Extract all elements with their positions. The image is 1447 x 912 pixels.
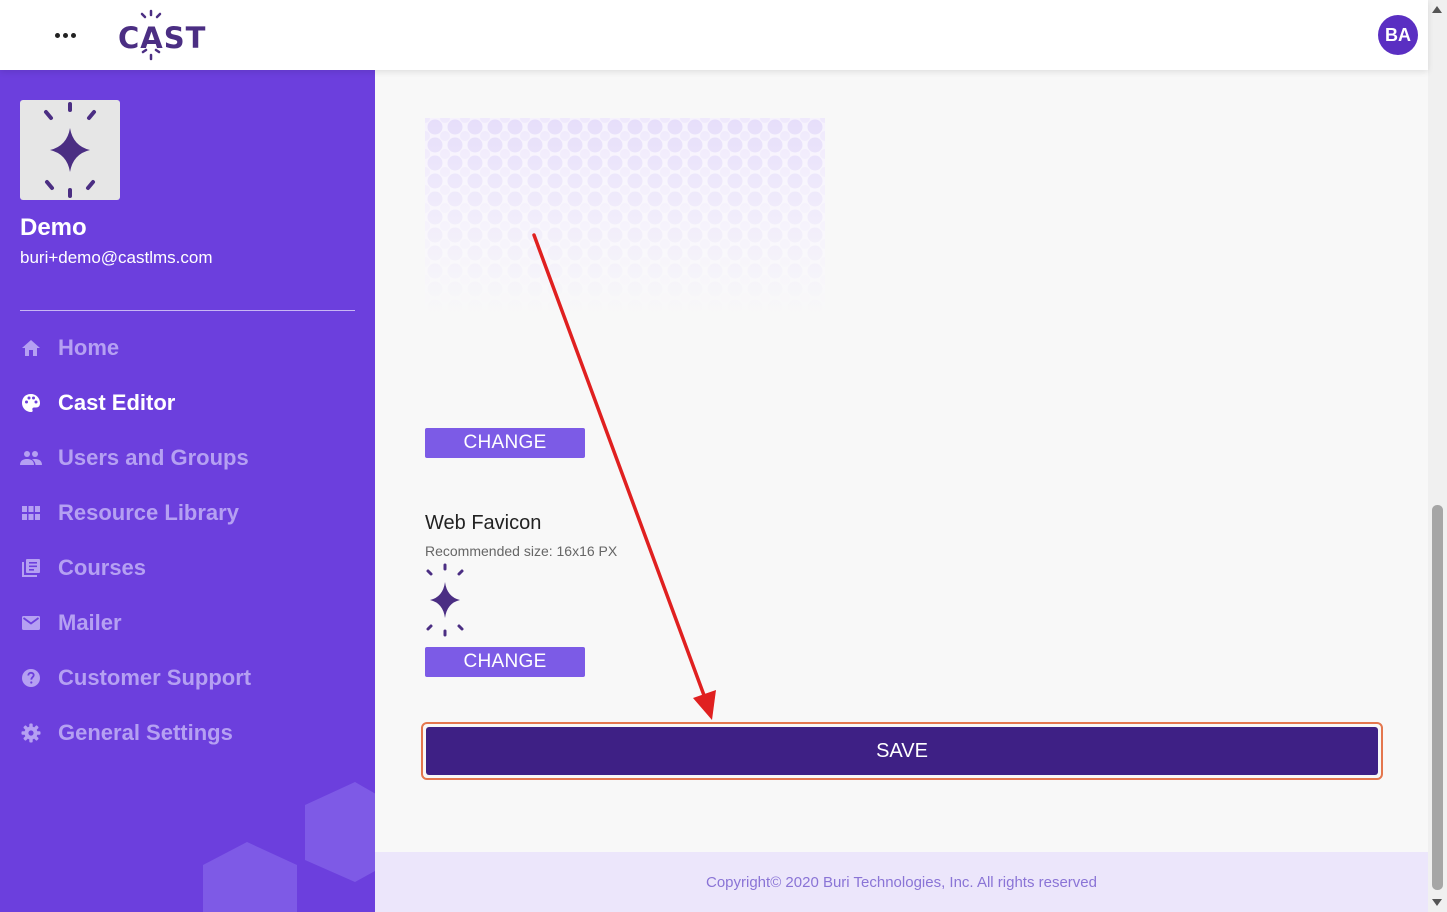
sidebar-item-label: Cast Editor	[58, 389, 176, 415]
sidebar-item-general-settings[interactable]: General Settings	[20, 705, 360, 760]
change-favicon-button[interactable]: CHANGE	[425, 647, 585, 677]
copyright-text: Copyright© 2020 Buri Technologies, Inc. …	[706, 873, 1097, 891]
org-logo	[20, 100, 120, 200]
sidebar-item-label: Mailer	[58, 609, 122, 635]
user-avatar[interactable]: BA	[1378, 15, 1418, 55]
favicon-preview-image	[426, 563, 464, 637]
home-icon	[20, 337, 42, 359]
sidebar-nav: Home Cast Editor Users and Groups Resour…	[20, 320, 360, 760]
sidebar-item-customer-support[interactable]: Customer Support	[20, 650, 360, 705]
sidebar-item-label: Users and Groups	[58, 444, 249, 470]
sidebar-item-cast-editor[interactable]: Cast Editor	[20, 375, 360, 430]
sidebar-item-resource-library[interactable]: Resource Library	[20, 485, 360, 540]
hexagon-decoration	[203, 782, 375, 912]
help-circle-icon	[20, 667, 42, 689]
sidebar-item-users-and-groups[interactable]: Users and Groups	[20, 430, 360, 485]
logo-text: CAST	[118, 21, 207, 55]
favicon-size-hint: Recommended size: 16x16 PX	[425, 543, 618, 559]
sidebar-item-label: General Settings	[58, 719, 233, 745]
background-pattern-image	[425, 118, 825, 318]
library-books-icon	[20, 557, 42, 579]
scroll-down-arrow-icon[interactable]	[1432, 899, 1442, 906]
sidebar-item-label: Customer Support	[58, 664, 252, 690]
sidebar-item-mailer[interactable]: Mailer	[20, 595, 360, 650]
cast-logo[interactable]: CAST	[118, 8, 210, 62]
sidebar: Demo buri+demo@castlms.com Home Cast Edi…	[0, 70, 375, 912]
top-bar: CAST BA	[0, 0, 1428, 70]
footer: Copyright© 2020 Buri Technologies, Inc. …	[375, 852, 1428, 912]
org-email: buri+demo@castlms.com	[20, 248, 213, 267]
main-content: CHANGE Web Favicon Recommended size: 16x…	[375, 70, 1428, 852]
divider	[20, 310, 355, 311]
sidebar-item-label: Resource Library	[58, 499, 239, 525]
more-menu-icon[interactable]	[50, 22, 80, 48]
scroll-up-arrow-icon[interactable]	[1432, 6, 1442, 13]
org-name: Demo	[20, 214, 87, 241]
grid-icon	[20, 502, 42, 524]
scrollbar[interactable]	[1428, 0, 1447, 912]
save-button[interactable]: SAVE	[426, 727, 1378, 775]
sidebar-item-label: Courses	[58, 554, 147, 580]
sidebar-item-label: Home	[58, 334, 120, 360]
scrollbar-thumb[interactable]	[1432, 505, 1443, 890]
mail-icon	[20, 612, 42, 634]
change-background-button[interactable]: CHANGE	[425, 428, 585, 458]
sparkle-icon	[44, 102, 96, 198]
sidebar-item-home[interactable]: Home	[20, 320, 360, 375]
gear-icon	[20, 722, 42, 744]
people-icon	[20, 447, 42, 469]
favicon-title: Web Favicon	[425, 512, 542, 534]
sidebar-item-courses[interactable]: Courses	[20, 540, 360, 595]
palette-icon	[20, 392, 42, 414]
save-button-highlight: SAVE	[421, 722, 1383, 780]
